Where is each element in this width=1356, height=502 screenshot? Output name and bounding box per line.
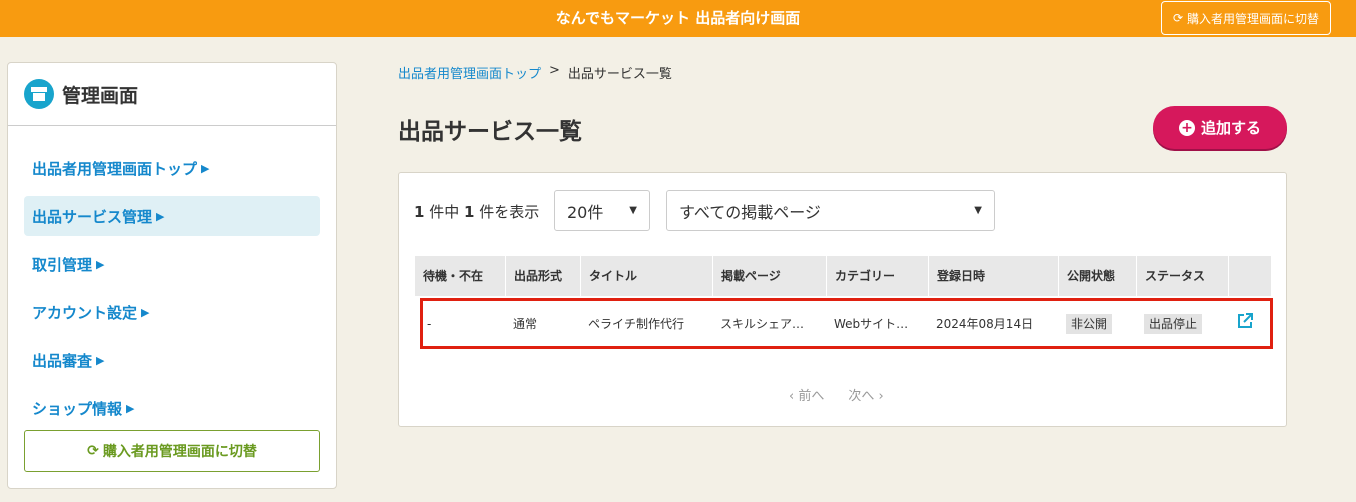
- caret-down-icon: ▼: [974, 205, 982, 216]
- prev-page-button[interactable]: ‹ 前へ: [789, 385, 824, 404]
- sidebar-item-label: 取引管理: [32, 255, 93, 274]
- col-header-date: 登録日時: [929, 256, 1059, 296]
- col-header-status: ステータス: [1137, 256, 1229, 296]
- caret-right-icon: ▶: [96, 257, 105, 271]
- page-filter-value: すべての掲載ページ: [679, 202, 821, 222]
- cell-wait: -: [427, 316, 432, 331]
- sidebar-item-label: アカウント設定: [32, 303, 138, 322]
- plus-circle-icon: +: [1178, 119, 1195, 136]
- sidebar-item-label: 出品者用管理画面トップ: [32, 159, 198, 178]
- sidebar-item-account[interactable]: アカウント設定 ▶: [24, 292, 320, 332]
- table-header: 待機・不在 出品形式 タイトル 掲載ページ カテゴリー 登録日時 公開状態 ステ…: [415, 256, 1271, 296]
- sidebar-title: 管理画面: [62, 84, 139, 107]
- sidebar-item-label: ショップ情報: [32, 399, 123, 418]
- cell-status: 出品停止: [1140, 314, 1232, 334]
- add-button[interactable]: + 追加する: [1153, 106, 1287, 149]
- sidebar-item-shop-info[interactable]: ショップ情報 ▶: [24, 388, 320, 428]
- caret-down-icon: ▼: [629, 205, 637, 216]
- breadcrumb-home-link[interactable]: 出品者用管理画面トップ: [398, 63, 541, 82]
- add-button-label: 追加する: [1200, 119, 1261, 137]
- refresh-icon: ⟳: [87, 443, 99, 459]
- cell-date: 2024年08月14日: [936, 317, 1034, 331]
- app-title: なんでもマーケット 出品者向け画面: [555, 9, 801, 27]
- cell-category: Webサイト…: [834, 317, 909, 331]
- col-header-visibility: 公開状態: [1059, 256, 1137, 296]
- page-filter-select[interactable]: すべての掲載ページ ▼: [666, 190, 995, 231]
- visibility-badge: 非公開: [1066, 314, 1113, 334]
- caret-right-icon: ▶: [141, 305, 150, 319]
- sidebar-switch-button[interactable]: ⟳ 購入者用管理画面に切替: [24, 430, 320, 472]
- sidebar-item-review[interactable]: 出品審査 ▶: [24, 340, 320, 380]
- status-badge: 出品停止: [1144, 314, 1203, 334]
- cell-visibility: 非公開: [1062, 314, 1140, 334]
- prev-label: 前へ: [798, 389, 825, 404]
- per-page-value: 20件: [567, 202, 604, 222]
- sidebar-item-label: 出品審査: [32, 351, 93, 370]
- next-page-button[interactable]: 次へ ›: [848, 385, 883, 404]
- count-shown: 1: [464, 203, 475, 221]
- cell-action: [1232, 312, 1270, 335]
- top-header-bar: なんでもマーケット 出品者向け画面 ⟳ 購入者用管理画面に切替: [0, 0, 1356, 37]
- switch-label: 購入者用管理画面に切替: [1187, 11, 1320, 26]
- per-page-select[interactable]: 20件 ▼: [554, 190, 650, 231]
- breadcrumb: 出品者用管理画面トップ > 出品サービス一覧: [398, 63, 672, 82]
- switch-to-buyer-button[interactable]: ⟳ 購入者用管理画面に切替: [1161, 1, 1331, 35]
- next-label: 次へ: [848, 389, 875, 404]
- breadcrumb-separator: >: [549, 63, 560, 78]
- col-header-page: 掲載ページ: [713, 256, 827, 296]
- sidebar-switch-label: 購入者用管理画面に切替: [102, 444, 257, 460]
- pagination: ‹ 前へ 次へ ›: [789, 385, 884, 404]
- count-total: 1: [414, 203, 425, 221]
- sidebar-item-seller-top[interactable]: 出品者用管理画面トップ ▶: [24, 148, 320, 188]
- col-header-title: タイトル: [581, 256, 713, 296]
- sidebar-header: 管理画面: [8, 63, 336, 126]
- sidebar-nav: 出品者用管理画面トップ ▶ 出品サービス管理 ▶ 取引管理 ▶ アカウント設定 ▶ 出品…: [8, 126, 336, 428]
- cell-page: スキルシェア…: [720, 317, 805, 331]
- table-row[interactable]: - 通常 ペライチ制作代行 スキルシェア… Webサイト… 2024年08月14…: [420, 298, 1273, 349]
- sidebar-item-label: 出品サービス管理: [32, 207, 153, 226]
- result-count: 1 件中 1 件を表示: [414, 201, 539, 222]
- caret-right-icon: ▶: [126, 401, 135, 415]
- count-mid: 件中: [429, 203, 460, 221]
- caret-right-icon: ▶: [156, 209, 165, 223]
- col-header-wait: 待機・不在: [415, 256, 506, 296]
- external-link-icon[interactable]: [1236, 313, 1254, 335]
- sidebar-item-transactions[interactable]: 取引管理 ▶: [24, 244, 320, 284]
- sidebar: 管理画面 出品者用管理画面トップ ▶ 出品サービス管理 ▶ 取引管理 ▶ アカウント設…: [7, 62, 337, 489]
- breadcrumb-current: 出品サービス一覧: [567, 67, 672, 82]
- page-title: 出品サービス一覧: [398, 119, 582, 145]
- sidebar-item-service-management[interactable]: 出品サービス管理 ▶: [24, 196, 320, 236]
- caret-right-icon: ▶: [201, 161, 210, 175]
- col-header-action: [1229, 256, 1271, 296]
- refresh-icon: ⟳: [1172, 11, 1184, 25]
- caret-right-icon: ▶: [96, 353, 105, 367]
- service-list-panel: 1 件中 1 件を表示 20件 ▼ すべての掲載ページ ▼ 待機・不在 出品形式…: [398, 172, 1287, 427]
- col-header-category: カテゴリー: [827, 256, 929, 296]
- shop-icon: [24, 79, 54, 109]
- cell-title: ペライチ制作代行: [588, 317, 685, 331]
- col-header-format: 出品形式: [506, 256, 581, 296]
- count-suffix: 件を表示: [479, 203, 540, 221]
- cell-format: 通常: [513, 317, 538, 331]
